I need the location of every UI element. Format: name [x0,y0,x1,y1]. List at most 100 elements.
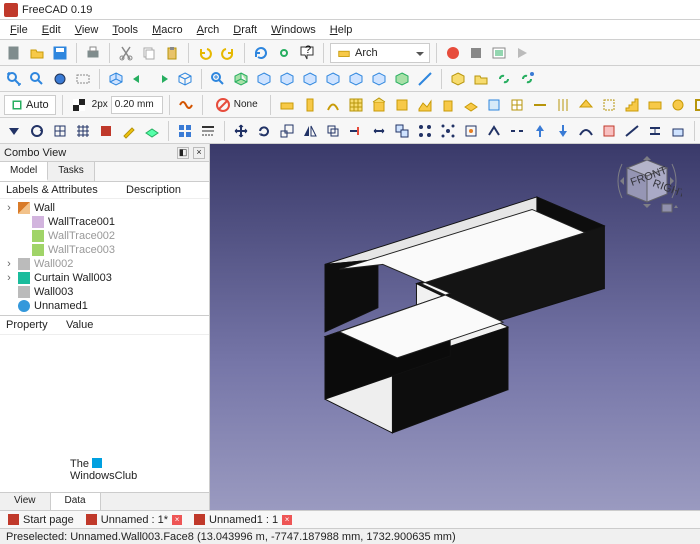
close-tab-icon[interactable]: × [282,515,292,525]
arch-space-icon[interactable] [599,95,619,115]
cube2-icon[interactable] [254,69,274,89]
grid-rotate-icon[interactable] [50,121,70,141]
macro-play-icon[interactable] [512,43,532,63]
grid-icon[interactable] [73,121,93,141]
tree-item[interactable]: Wall003 [0,285,209,299]
group-icon[interactable] [471,69,491,89]
cube5-icon[interactable] [323,69,343,89]
refresh-icon[interactable] [251,43,271,63]
none-button[interactable]: None [209,95,264,115]
plane-icon[interactable] [142,121,162,141]
tab-model[interactable]: Model [0,162,48,181]
rotate-tool-icon[interactable] [254,121,274,141]
offset-icon[interactable] [323,121,343,141]
menu-file[interactable]: File [4,22,34,38]
arch-site-icon[interactable] [415,95,435,115]
cube4-icon[interactable] [300,69,320,89]
panel-float-icon[interactable]: ◧ [177,147,189,159]
arch-project-icon[interactable] [392,95,412,115]
cut-icon[interactable] [116,43,136,63]
3d-viewport[interactable]: FRONT RIGHT [210,144,700,510]
view-front-icon[interactable] [129,69,149,89]
bounding-box-icon[interactable] [73,69,93,89]
doc-tab-start[interactable]: Start page [8,514,74,526]
tree-item[interactable]: Unnamed1 [0,299,209,313]
part-icon[interactable] [448,69,468,89]
link-icon[interactable] [274,43,294,63]
line-width-input[interactable] [111,96,163,114]
cube6-icon[interactable] [346,69,366,89]
fit-selection-icon[interactable] [27,69,47,89]
new-file-icon[interactable] [4,43,24,63]
model-tree[interactable]: ›WallWallTrace001WallTrace002WallTrace00… [0,199,209,315]
clone-icon[interactable] [392,121,412,141]
arch-stairs-icon[interactable] [622,95,642,115]
menu-help[interactable]: Help [324,22,359,38]
sketch-icon[interactable] [96,121,116,141]
circle-arrow-icon[interactable] [27,121,47,141]
shape2d-icon[interactable] [668,121,688,141]
menu-macro[interactable]: Macro [146,22,189,38]
view-top-icon[interactable] [152,69,172,89]
scale-icon[interactable] [277,121,297,141]
menu-edit[interactable]: Edit [36,22,67,38]
link-make-icon[interactable] [494,69,514,89]
arch-wall-icon[interactable] [277,95,297,115]
save-icon[interactable] [50,43,70,63]
tab-data[interactable]: Data [51,493,101,510]
close-tab-icon[interactable]: × [172,515,182,525]
copy-icon[interactable] [139,43,159,63]
whatsthis-icon[interactable]: ? [297,43,317,63]
arch-reference-icon[interactable] [484,95,504,115]
upgrade-icon[interactable] [530,121,550,141]
slope-icon[interactable] [622,121,642,141]
measure-icon[interactable] [415,69,435,89]
cube3-icon[interactable] [277,69,297,89]
panel-close-icon[interactable]: × [193,147,205,159]
navigation-cube[interactable]: FRONT RIGHT [612,154,682,224]
arch-floor-icon[interactable] [461,95,481,115]
move-icon[interactable] [231,121,251,141]
arch-axis-icon[interactable] [553,95,573,115]
redo-icon[interactable] [218,43,238,63]
autogroup-button[interactable]: Auto [4,95,56,115]
angle-down-icon[interactable] [4,121,24,141]
wire2bspline-icon[interactable] [576,121,596,141]
mirror-icon[interactable] [300,121,320,141]
arch-section-icon[interactable] [530,95,550,115]
edit-icon[interactable] [438,121,458,141]
paste-icon[interactable] [162,43,182,63]
split-icon[interactable] [507,121,527,141]
isometric-icon[interactable] [106,69,126,89]
workbench-selector[interactable]: Arch [330,43,430,63]
stretch-icon[interactable] [369,121,389,141]
tree-item[interactable]: WallTrace001 [0,215,209,229]
macro-list-icon[interactable] [489,43,509,63]
view-right-icon[interactable] [175,69,195,89]
display-mode-icon[interactable] [175,121,195,141]
draw-style-icon[interactable] [50,69,70,89]
zoom-in-icon[interactable] [208,69,228,89]
arch-curtainwall-icon[interactable] [346,95,366,115]
flipdim-icon[interactable] [645,121,665,141]
macro-stop-icon[interactable] [466,43,486,63]
menu-windows[interactable]: Windows [265,22,322,38]
fit-all-icon[interactable] [4,69,24,89]
tree-item[interactable]: ›Wall002 [0,257,209,271]
arch-panel-icon[interactable] [645,95,665,115]
trimex-icon[interactable] [346,121,366,141]
tree-item[interactable]: ›Curtain Wall003 [0,271,209,285]
arch-building-icon[interactable] [438,95,458,115]
arch-equipment-icon[interactable] [668,95,688,115]
pencil-icon[interactable] [119,121,139,141]
join-icon[interactable] [484,121,504,141]
menu-tools[interactable]: Tools [106,22,144,38]
menu-draft[interactable]: Draft [227,22,263,38]
construction-mode-icon[interactable] [69,95,89,115]
menu-arch[interactable]: Arch [191,22,226,38]
undo-icon[interactable] [195,43,215,63]
cube7-icon[interactable] [369,69,389,89]
subelement-icon[interactable] [461,121,481,141]
macro-record-icon[interactable] [443,43,463,63]
arch-window-icon[interactable] [507,95,527,115]
